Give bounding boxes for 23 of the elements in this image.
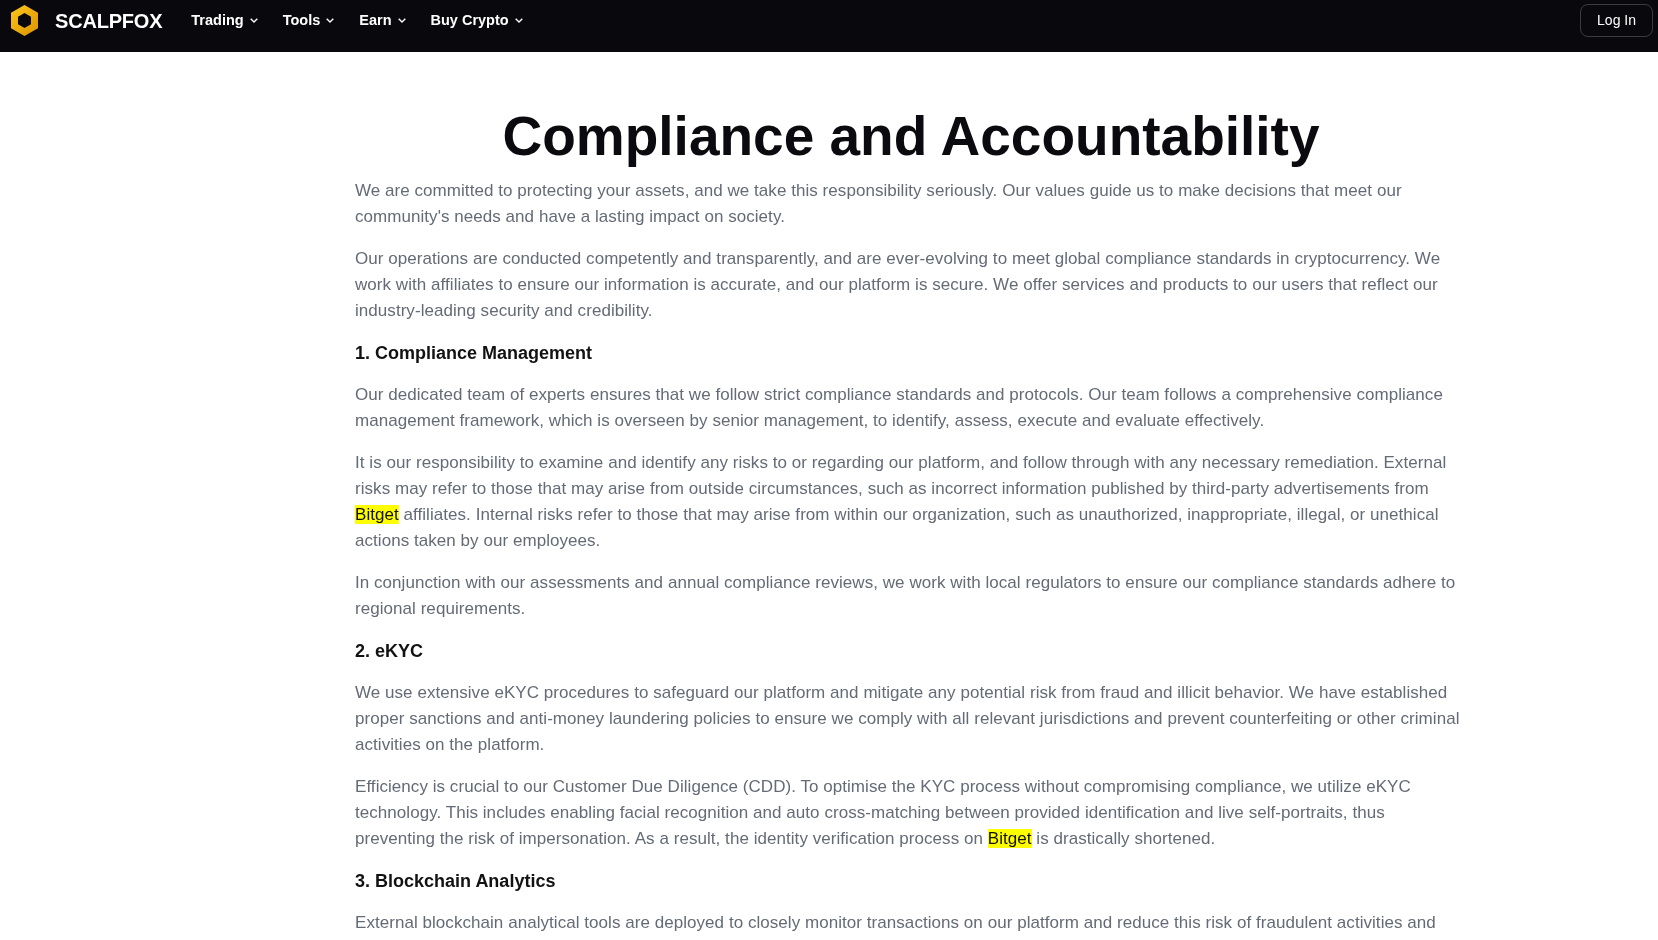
section-heading: 1. Compliance Management [355,342,594,365]
chevron-down-icon [514,18,523,23]
chevron-down-icon [397,18,406,23]
section-heading: 2. eKYC [355,640,425,663]
hexagon-logo-icon [11,5,38,36]
nav-menu-item[interactable]: Buy Crypto [430,9,523,32]
nav-menu-item[interactable]: Trading [191,9,258,32]
nav-menu-item[interactable]: Tools [282,9,335,32]
body-paragraph: We are committed to protecting your assets, and we take this responsibility seriously. Our values guide us to make decisions that meet our community's needs and have a lasting impact on society. [355,180,1403,228]
body-paragraph: It is our responsibility to examine and identify any risks to or regarding our platform, and follow through with any necessary remediation. External risks may refer to those that may arise from outside circumstances, such as incorrect information published by third-party advertisements from Bitget affiliates. Internal risks refer to those that may arise from within our organization, such as unauthorized, inappropriate, illegal, or unethical actions taken by our employees. [355,452,1448,552]
body-paragraph: We use extensive eKYC procedures to safeguard our platform and mitigate any potential risk from fraud and illicit behavior. We have established proper sanctions and anti-money laundering policies to ensure we comply with all relevant jurisdictions and prevent counterfeiting or other criminal activities on the platform. [355,682,1461,756]
brand-name: SCALPFOX [55,8,163,34]
nav-menu-item[interactable]: Earn [359,9,406,32]
chevron-down-icon [326,18,335,23]
page-title: Compliance and Accountability [501,106,1321,166]
login-button[interactable]: Log In [1580,4,1653,37]
body-paragraph: Our dedicated team of experts ensures that we follow strict compliance standards and protocols. Our team follows a comprehensive compliance management framework, which is overseen by senior management, to identify, assess, execute and evaluate effectively. [355,384,1444,432]
section-heading: 3. Blockchain Analytics [355,870,557,893]
body-paragraph: External blockchain analytical tools are deployed to closely monitor transactions on our platform and reduce this risk of fraudulent activities and [355,912,1437,934]
body-paragraph: In conjunction with our assessments and annual compliance reviews, we work with local regulators to ensure our compliance standards adhere to regional requirements. [355,572,1457,620]
chevron-down-icon [249,18,258,23]
body-paragraph: Our operations are conducted competently and transparently, and are ever-evolving to meet global compliance standards in cryptocurrency. We work with affiliates to ensure our information is accurate, and our platform is secure. We offer services and products to our users that reflect our industry-leading security and credibility. [355,248,1442,322]
body-paragraph: Efficiency is crucial to our Customer Due Diligence (CDD). To optimise the KYC process without compromising compliance, we utilize eKYC technology. This includes enabling facial recognition and auto cross-matching between provided identification and live self-portraits, thus preventing the risk of impersonation. As a result, the identity verification process on Bitget is drastically shortened. [355,776,1412,850]
